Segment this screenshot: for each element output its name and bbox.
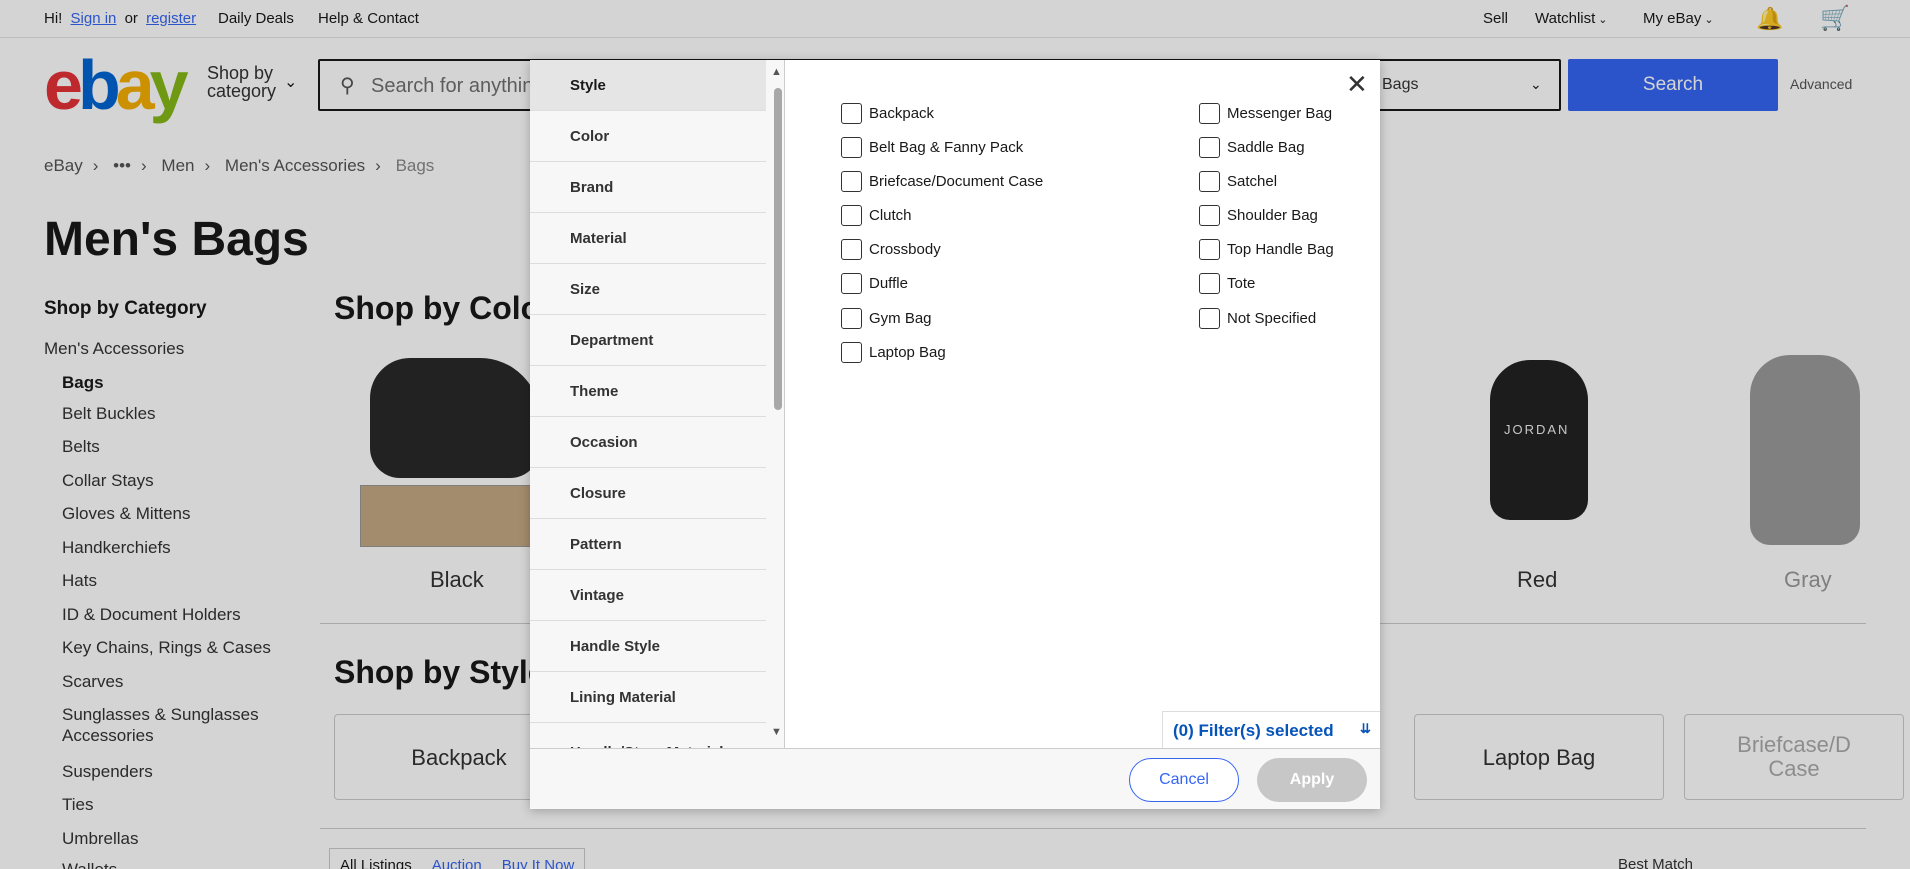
option-label: Briefcase/Document Case xyxy=(869,173,1044,190)
option-label: Saddle Bag xyxy=(1227,139,1305,156)
filter-nav-lining-material[interactable]: Lining Material xyxy=(530,672,766,723)
checkbox[interactable] xyxy=(1199,239,1220,260)
filter-nav-style[interactable]: Style xyxy=(530,60,766,111)
filter-nav-theme[interactable]: Theme xyxy=(530,366,766,417)
filter-nav-closure[interactable]: Closure xyxy=(530,468,766,519)
option-label: Not Specified xyxy=(1227,310,1317,327)
checkbox[interactable] xyxy=(1199,273,1220,294)
checkbox[interactable] xyxy=(1199,137,1220,158)
filter-nav-handle-style[interactable]: Handle Style xyxy=(530,621,766,672)
option-label: Crossbody xyxy=(869,241,941,258)
option-label: Shoulder Bag xyxy=(1227,207,1318,224)
checkbox[interactable] xyxy=(1199,103,1220,124)
filter-nav-occasion[interactable]: Occasion xyxy=(530,417,766,468)
option-label: Laptop Bag xyxy=(869,344,946,361)
option-label: Messenger Bag xyxy=(1227,105,1333,122)
checkbox[interactable] xyxy=(1199,171,1220,192)
option-label: Satchel xyxy=(1227,173,1278,190)
checkbox[interactable] xyxy=(841,273,862,294)
checkbox[interactable] xyxy=(1199,205,1220,226)
option-label: Belt Bag & Fanny Pack xyxy=(869,139,1024,156)
filter-nav-panel: Style Color Brand Material Size Departme… xyxy=(530,60,785,748)
scrollbar-thumb[interactable] xyxy=(774,88,782,410)
filters-selected-toggle[interactable]: (0) Filter(s) selected ⇊ xyxy=(1162,711,1380,748)
checkbox[interactable] xyxy=(841,205,862,226)
filter-nav-handle-strap-material[interactable]: Handle/Strap Material xyxy=(530,723,766,748)
checkbox[interactable] xyxy=(1199,308,1220,329)
filter-nav-brand[interactable]: Brand xyxy=(530,162,766,213)
filter-nav-department[interactable]: Department xyxy=(530,315,766,366)
filter-nav-vintage[interactable]: Vintage xyxy=(530,570,766,621)
checkbox[interactable] xyxy=(841,137,862,158)
option-label: Tote xyxy=(1227,275,1256,292)
checkbox[interactable] xyxy=(841,239,862,260)
apply-button[interactable]: Apply xyxy=(1257,758,1367,802)
option-label: Top Handle Bag xyxy=(1227,241,1334,258)
chevron-double-down-icon: ⇊ xyxy=(1360,721,1371,736)
scroll-down-icon[interactable]: ▼ xyxy=(771,726,782,738)
filters-selected-label: (0) Filter(s) selected xyxy=(1173,721,1334,740)
dialog-footer: Cancel Apply xyxy=(530,748,1380,809)
option-label: Clutch xyxy=(869,207,912,224)
checkbox[interactable] xyxy=(841,171,862,192)
option-label: Gym Bag xyxy=(869,310,932,327)
filter-nav-pattern[interactable]: Pattern xyxy=(530,519,766,570)
close-icon[interactable]: ✕ xyxy=(1346,71,1368,97)
scroll-up-icon[interactable]: ▲ xyxy=(771,66,782,78)
filter-dialog: Style Color Brand Material Size Departme… xyxy=(530,60,1380,809)
checkbox[interactable] xyxy=(841,308,862,329)
nav-scrollbar[interactable]: ▲ ▼ xyxy=(768,60,784,748)
checkbox[interactable] xyxy=(841,342,862,363)
filter-nav-material[interactable]: Material xyxy=(530,213,766,264)
checkbox[interactable] xyxy=(841,103,862,124)
filter-nav-list: Style Color Brand Material Size Departme… xyxy=(530,60,766,748)
option-label: Duffle xyxy=(869,275,908,292)
option-label: Backpack xyxy=(869,105,935,122)
filter-nav-color[interactable]: Color xyxy=(530,111,766,162)
filter-nav-size[interactable]: Size xyxy=(530,264,766,315)
cancel-button[interactable]: Cancel xyxy=(1129,758,1239,802)
